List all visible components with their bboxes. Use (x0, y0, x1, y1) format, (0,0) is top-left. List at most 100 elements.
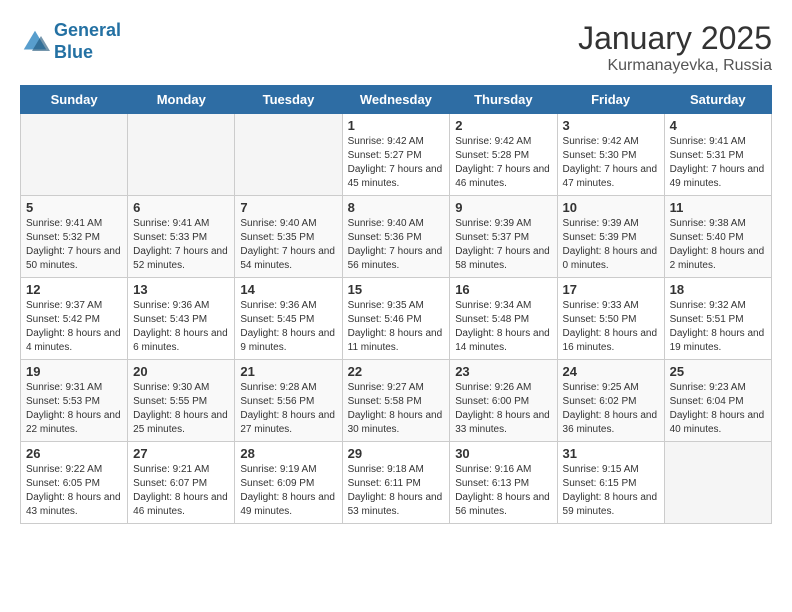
weekday-header-friday: Friday (557, 86, 664, 114)
logo-text: General Blue (54, 20, 121, 63)
page-header: General Blue January 2025 Kurmanayevka, … (20, 20, 772, 75)
calendar-cell: 31 Sunrise: 9:15 AM Sunset: 6:15 PM Dayli… (557, 442, 664, 524)
day-number: 8 (348, 200, 445, 215)
day-number: 10 (563, 200, 659, 215)
day-number: 17 (563, 282, 659, 297)
day-info: Sunrise: 9:40 AM Sunset: 5:36 PM Dayligh… (348, 217, 445, 273)
day-info: Sunrise: 9:27 AM Sunset: 5:58 PM Dayligh… (348, 381, 445, 437)
weekday-header-tuesday: Tuesday (235, 86, 342, 114)
week-row-3: 12Sunrise: 9:37 AM Sunset: 5:42 PM Dayli… (21, 278, 772, 360)
day-info: Sunrise: 9:32 AM Sunset: 5:51 PM Dayligh… (670, 299, 766, 355)
week-row-5: 26 Sunrise: 9:22 AM Sunset: 6:05 PM Dayli… (21, 442, 772, 524)
calendar-cell: 17 Sunrise: 9:33 AM Sunset: 5:50 PM Dayli… (557, 278, 664, 360)
day-info: Sunrise: 9:15 AM Sunset: 6:15 PM Dayligh… (563, 463, 659, 519)
calendar-cell: 19 Sunrise: 9:31 AM Sunset: 5:53 PM Dayli… (21, 360, 128, 442)
day-number: 31 (563, 446, 659, 461)
calendar-cell: 13 Sunrise: 9:36 AM Sunset: 5:43 PM Dayli… (128, 278, 235, 360)
day-info: Sunrise: 9:42 AM Sunset: 5:30 PM Dayligh… (563, 135, 659, 191)
calendar-cell: 15 Sunrise: 9:35 AM Sunset: 5:46 PM Dayli… (342, 278, 450, 360)
calendar-cell: 9 Sunrise: 9:39 AM Sunset: 5:37 PM Daylig… (450, 196, 557, 278)
week-row-2: 5 Sunrise: 9:41 AM Sunset: 5:32 PM Daylig… (21, 196, 772, 278)
day-number: 3 (563, 118, 659, 133)
calendar-cell: 22 Sunrise: 9:27 AM Sunset: 5:58 PM Dayli… (342, 360, 450, 442)
calendar-cell: 21Sunrise: 9:28 AM Sunset: 5:56 PM Dayli… (235, 360, 342, 442)
day-info: Sunrise: 9:35 AM Sunset: 5:46 PM Dayligh… (348, 299, 445, 355)
calendar-cell: 30Sunrise: 9:16 AM Sunset: 6:13 PM Dayli… (450, 442, 557, 524)
location: Kurmanayevka, Russia (578, 57, 772, 75)
calendar-cell: 14 Sunrise: 9:36 AM Sunset: 5:45 PM Dayli… (235, 278, 342, 360)
day-number: 7 (240, 200, 336, 215)
day-info: Sunrise: 9:41 AM Sunset: 5:32 PM Dayligh… (26, 217, 122, 273)
calendar-body: 1Sunrise: 9:42 AM Sunset: 5:27 PM Daylig… (21, 114, 772, 524)
day-number: 21 (240, 364, 336, 379)
calendar-cell: 28Sunrise: 9:19 AM Sunset: 6:09 PM Dayli… (235, 442, 342, 524)
day-info: Sunrise: 9:34 AM Sunset: 5:48 PM Dayligh… (455, 299, 551, 355)
day-number: 30 (455, 446, 551, 461)
calendar-cell (21, 114, 128, 196)
calendar-cell: 1Sunrise: 9:42 AM Sunset: 5:27 PM Daylig… (342, 114, 450, 196)
calendar-cell: 29Sunrise: 9:18 AM Sunset: 6:11 PM Dayli… (342, 442, 450, 524)
calendar-cell (235, 114, 342, 196)
day-info: Sunrise: 9:38 AM Sunset: 5:40 PM Dayligh… (670, 217, 766, 273)
title-block: January 2025 Kurmanayevka, Russia (578, 20, 772, 75)
calendar-cell: 3 Sunrise: 9:42 AM Sunset: 5:30 PM Daylig… (557, 114, 664, 196)
calendar-cell: 8 Sunrise: 9:40 AM Sunset: 5:36 PM Daylig… (342, 196, 450, 278)
day-number: 13 (133, 282, 229, 297)
day-info: Sunrise: 9:26 AM Sunset: 6:00 PM Dayligh… (455, 381, 551, 437)
logo-line1: General (54, 20, 121, 40)
calendar-cell: 4Sunrise: 9:41 AM Sunset: 5:31 PM Daylig… (664, 114, 771, 196)
calendar-cell: 12Sunrise: 9:37 AM Sunset: 5:42 PM Dayli… (21, 278, 128, 360)
day-number: 24 (563, 364, 659, 379)
calendar-cell: 11 Sunrise: 9:38 AM Sunset: 5:40 PM Dayli… (664, 196, 771, 278)
day-number: 5 (26, 200, 122, 215)
week-row-4: 19 Sunrise: 9:31 AM Sunset: 5:53 PM Dayli… (21, 360, 772, 442)
day-info: Sunrise: 9:31 AM Sunset: 5:53 PM Dayligh… (26, 381, 122, 437)
calendar: SundayMondayTuesdayWednesdayThursdayFrid… (20, 85, 772, 524)
day-info: Sunrise: 9:36 AM Sunset: 5:45 PM Dayligh… (240, 299, 336, 355)
calendar-cell: 6 Sunrise: 9:41 AM Sunset: 5:33 PM Daylig… (128, 196, 235, 278)
calendar-cell: 2 Sunrise: 9:42 AM Sunset: 5:28 PM Daylig… (450, 114, 557, 196)
calendar-cell (128, 114, 235, 196)
day-number: 6 (133, 200, 229, 215)
calendar-cell: 23Sunrise: 9:26 AM Sunset: 6:00 PM Dayli… (450, 360, 557, 442)
logo: General Blue (20, 20, 121, 63)
calendar-cell: 26 Sunrise: 9:22 AM Sunset: 6:05 PM Dayli… (21, 442, 128, 524)
calendar-cell: 18Sunrise: 9:32 AM Sunset: 5:51 PM Dayli… (664, 278, 771, 360)
day-info: Sunrise: 9:41 AM Sunset: 5:31 PM Dayligh… (670, 135, 766, 191)
day-info: Sunrise: 9:33 AM Sunset: 5:50 PM Dayligh… (563, 299, 659, 355)
calendar-cell: 16 Sunrise: 9:34 AM Sunset: 5:48 PM Dayli… (450, 278, 557, 360)
weekday-header-wednesday: Wednesday (342, 86, 450, 114)
day-number: 1 (348, 118, 445, 133)
day-info: Sunrise: 9:40 AM Sunset: 5:35 PM Dayligh… (240, 217, 336, 273)
day-info: Sunrise: 9:36 AM Sunset: 5:43 PM Dayligh… (133, 299, 229, 355)
day-info: Sunrise: 9:39 AM Sunset: 5:37 PM Dayligh… (455, 217, 551, 273)
day-number: 11 (670, 200, 766, 215)
day-info: Sunrise: 9:22 AM Sunset: 6:05 PM Dayligh… (26, 463, 122, 519)
day-number: 2 (455, 118, 551, 133)
day-info: Sunrise: 9:18 AM Sunset: 6:11 PM Dayligh… (348, 463, 445, 519)
day-info: Sunrise: 9:42 AM Sunset: 5:28 PM Dayligh… (455, 135, 551, 191)
day-info: Sunrise: 9:39 AM Sunset: 5:39 PM Dayligh… (563, 217, 659, 273)
month-title: January 2025 (578, 20, 772, 57)
calendar-cell: 25Sunrise: 9:23 AM Sunset: 6:04 PM Dayli… (664, 360, 771, 442)
day-number: 15 (348, 282, 445, 297)
calendar-cell: 10 Sunrise: 9:39 AM Sunset: 5:39 PM Dayli… (557, 196, 664, 278)
day-number: 9 (455, 200, 551, 215)
weekday-header-monday: Monday (128, 86, 235, 114)
day-info: Sunrise: 9:41 AM Sunset: 5:33 PM Dayligh… (133, 217, 229, 273)
day-number: 27 (133, 446, 229, 461)
day-number: 12 (26, 282, 122, 297)
day-number: 28 (240, 446, 336, 461)
calendar-cell: 24Sunrise: 9:25 AM Sunset: 6:02 PM Dayli… (557, 360, 664, 442)
calendar-cell (664, 442, 771, 524)
calendar-header: SundayMondayTuesdayWednesdayThursdayFrid… (21, 86, 772, 114)
day-info: Sunrise: 9:30 AM Sunset: 5:55 PM Dayligh… (133, 381, 229, 437)
day-number: 26 (26, 446, 122, 461)
day-number: 22 (348, 364, 445, 379)
day-number: 16 (455, 282, 551, 297)
day-number: 14 (240, 282, 336, 297)
day-info: Sunrise: 9:21 AM Sunset: 6:07 PM Dayligh… (133, 463, 229, 519)
weekday-header-thursday: Thursday (450, 86, 557, 114)
day-number: 19 (26, 364, 122, 379)
weekday-header-saturday: Saturday (664, 86, 771, 114)
